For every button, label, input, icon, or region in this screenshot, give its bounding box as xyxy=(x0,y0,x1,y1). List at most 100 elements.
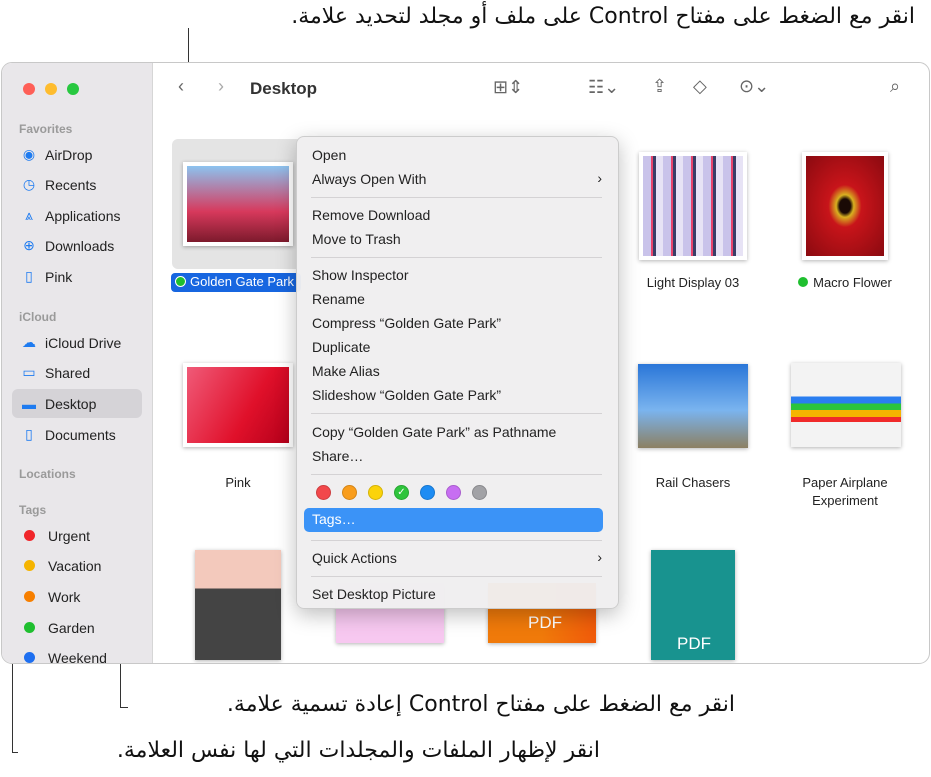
file-thumbnail-light-display-03[interactable] xyxy=(639,152,747,260)
favorites-header: Favorites xyxy=(19,122,73,136)
desktop-icon: ▬ xyxy=(22,395,36,412)
file-name: Macro Flower xyxy=(813,275,892,290)
checkmark-icon: ✓ xyxy=(397,487,406,498)
sidebar-item-icloud-drive[interactable]: ☁ iCloud Drive xyxy=(12,328,142,357)
download-icon: ⊕ xyxy=(23,237,35,253)
shared-folder-icon: ▭ xyxy=(22,364,36,380)
pdf-badge: PDF xyxy=(528,613,562,632)
tag-dot-icon xyxy=(24,591,35,602)
menu-item-rename[interactable]: Rename xyxy=(312,291,365,307)
submenu-chevron-icon: › xyxy=(597,170,602,186)
file-label-golden-gate-park[interactable]: Golden Gate Park xyxy=(171,273,301,292)
icon-view-icon[interactable]: ⊞⇕ xyxy=(493,77,523,98)
sidebar-item-label: Applications xyxy=(45,207,121,224)
sidebar-item-documents[interactable]: ▯ Documents xyxy=(12,420,142,449)
menu-separator xyxy=(311,474,602,475)
minimize-button[interactable] xyxy=(45,83,57,95)
sidebar-item-label: Vacation xyxy=(48,557,102,574)
tag-dot-icon xyxy=(24,530,35,541)
file-thumbnail-bland-workshop[interactable] xyxy=(195,550,281,660)
zoom-button[interactable] xyxy=(67,83,79,95)
file-thumbnail-pink[interactable] xyxy=(183,363,293,447)
file-label-light-display-03[interactable]: Light Display 03 xyxy=(623,274,763,292)
sidebar-item-applications[interactable]: ⩓ Applications xyxy=(12,201,142,230)
menu-item-tags[interactable]: Tags… xyxy=(304,508,603,532)
tag-orange-button[interactable] xyxy=(342,485,357,500)
sidebar-item-airdrop[interactable]: ◉ AirDrop xyxy=(12,140,142,169)
menu-item-remove-download[interactable]: Remove Download xyxy=(312,207,430,223)
menu-item-open[interactable]: Open xyxy=(312,147,346,163)
icloud-header: iCloud xyxy=(19,310,57,324)
sidebar-item-label: Shared xyxy=(45,364,91,381)
tag-dot-icon xyxy=(24,652,35,663)
menu-item-copy-pathname[interactable]: Copy “Golden Gate Park” as Pathname xyxy=(312,424,556,440)
sidebar-tag-weekend[interactable]: Weekend xyxy=(12,643,142,663)
annotation-top: انقر مع الضغط على مفتاح Control على ملف … xyxy=(291,4,915,29)
menu-item-make-alias[interactable]: Make Alias xyxy=(312,363,380,379)
file-thumbnail-marketing-plan[interactable]: PDF xyxy=(651,550,735,660)
document-icon: ▯ xyxy=(25,268,33,284)
tag-icon[interactable]: ◇ xyxy=(693,76,707,97)
menu-separator xyxy=(311,576,602,577)
tag-green-button[interactable]: ✓ xyxy=(394,485,409,500)
tag-blue-button[interactable] xyxy=(420,485,435,500)
sidebar-item-label: iCloud Drive xyxy=(45,334,122,351)
sidebar-item-shared[interactable]: ▭ Shared xyxy=(12,358,142,387)
file-label-rail-chasers[interactable]: Rail Chasers xyxy=(623,474,763,492)
sidebar-tag-urgent[interactable]: Urgent xyxy=(12,521,142,550)
sidebar-tag-garden[interactable]: Garden xyxy=(12,613,142,642)
menu-item-move-to-trash[interactable]: Move to Trash xyxy=(312,231,401,247)
close-button[interactable] xyxy=(23,83,35,95)
callout-line xyxy=(12,752,18,753)
search-icon[interactable]: ⌕ xyxy=(890,76,900,97)
menu-item-always-open-with[interactable]: Always Open With xyxy=(312,171,426,187)
menu-item-quick-actions[interactable]: Quick Actions xyxy=(312,550,397,566)
sidebar-tag-work[interactable]: Work xyxy=(12,582,142,611)
tag-gray-button[interactable] xyxy=(472,485,487,500)
submenu-chevron-icon: › xyxy=(597,549,602,565)
forward-button[interactable]: › xyxy=(218,76,224,97)
sidebar-item-pink[interactable]: ▯ Pink xyxy=(12,262,142,291)
tag-red-button[interactable] xyxy=(316,485,331,500)
back-button[interactable]: ‹ xyxy=(178,76,184,97)
sidebar-tag-vacation[interactable]: Vacation xyxy=(12,551,142,580)
file-thumbnail-golden-gate-park[interactable] xyxy=(183,162,293,246)
menu-item-show-inspector[interactable]: Show Inspector xyxy=(312,267,409,283)
file-name: Golden Gate Park xyxy=(190,274,295,289)
menu-separator xyxy=(311,413,602,414)
sidebar-item-label: Pink xyxy=(45,268,73,285)
group-icon[interactable]: ☷⌄ xyxy=(588,77,619,98)
tag-dot-icon xyxy=(175,276,186,287)
menu-item-label: Tags… xyxy=(312,511,356,527)
menu-item-share[interactable]: Share… xyxy=(312,448,363,464)
menu-item-compress[interactable]: Compress “Golden Gate Park” xyxy=(312,315,501,331)
airdrop-icon: ◉ xyxy=(22,146,36,162)
file-label-macro-flower[interactable]: Macro Flower xyxy=(775,274,915,292)
share-icon[interactable]: ⇪ xyxy=(652,76,667,97)
menu-separator xyxy=(311,197,602,198)
menu-item-duplicate[interactable]: Duplicate xyxy=(312,339,370,355)
sidebar-item-label: Documents xyxy=(45,426,116,443)
sidebar-item-downloads[interactable]: ⊕ Downloads xyxy=(12,231,142,260)
file-thumbnail-paper-airplane-experiment[interactable] xyxy=(791,363,901,447)
menu-separator xyxy=(311,540,602,541)
callout-line xyxy=(120,707,128,708)
sidebar-item-label: Urgent xyxy=(48,527,91,544)
file-label-pink[interactable]: Pink xyxy=(168,474,308,492)
locations-header: Locations xyxy=(19,467,76,481)
menu-separator xyxy=(311,257,602,258)
file-thumbnail-macro-flower[interactable] xyxy=(802,152,888,260)
file-label-paper-airplane-experiment[interactable]: Paper Airplane Experiment xyxy=(775,474,915,510)
tag-purple-button[interactable] xyxy=(446,485,461,500)
menu-item-set-desktop-picture[interactable]: Set Desktop Picture xyxy=(312,586,436,602)
tag-yellow-button[interactable] xyxy=(368,485,383,500)
more-icon[interactable]: ⊙⌄ xyxy=(739,76,769,97)
sidebar-item-label: Recents xyxy=(45,176,97,193)
sidebar-item-recents[interactable]: ◷ Recents xyxy=(12,170,142,199)
file-thumbnail-rail-chasers[interactable] xyxy=(638,364,748,448)
tags-header: Tags xyxy=(19,503,47,517)
annotation-rename: انقر مع الضغط على مفتاح Control إعادة تس… xyxy=(226,692,735,717)
sidebar-item-desktop[interactable]: ▬ Desktop xyxy=(12,389,142,418)
menu-item-slideshow[interactable]: Slideshow “Golden Gate Park” xyxy=(312,387,501,403)
context-menu: Open Always Open With › Remove Download … xyxy=(296,136,619,609)
